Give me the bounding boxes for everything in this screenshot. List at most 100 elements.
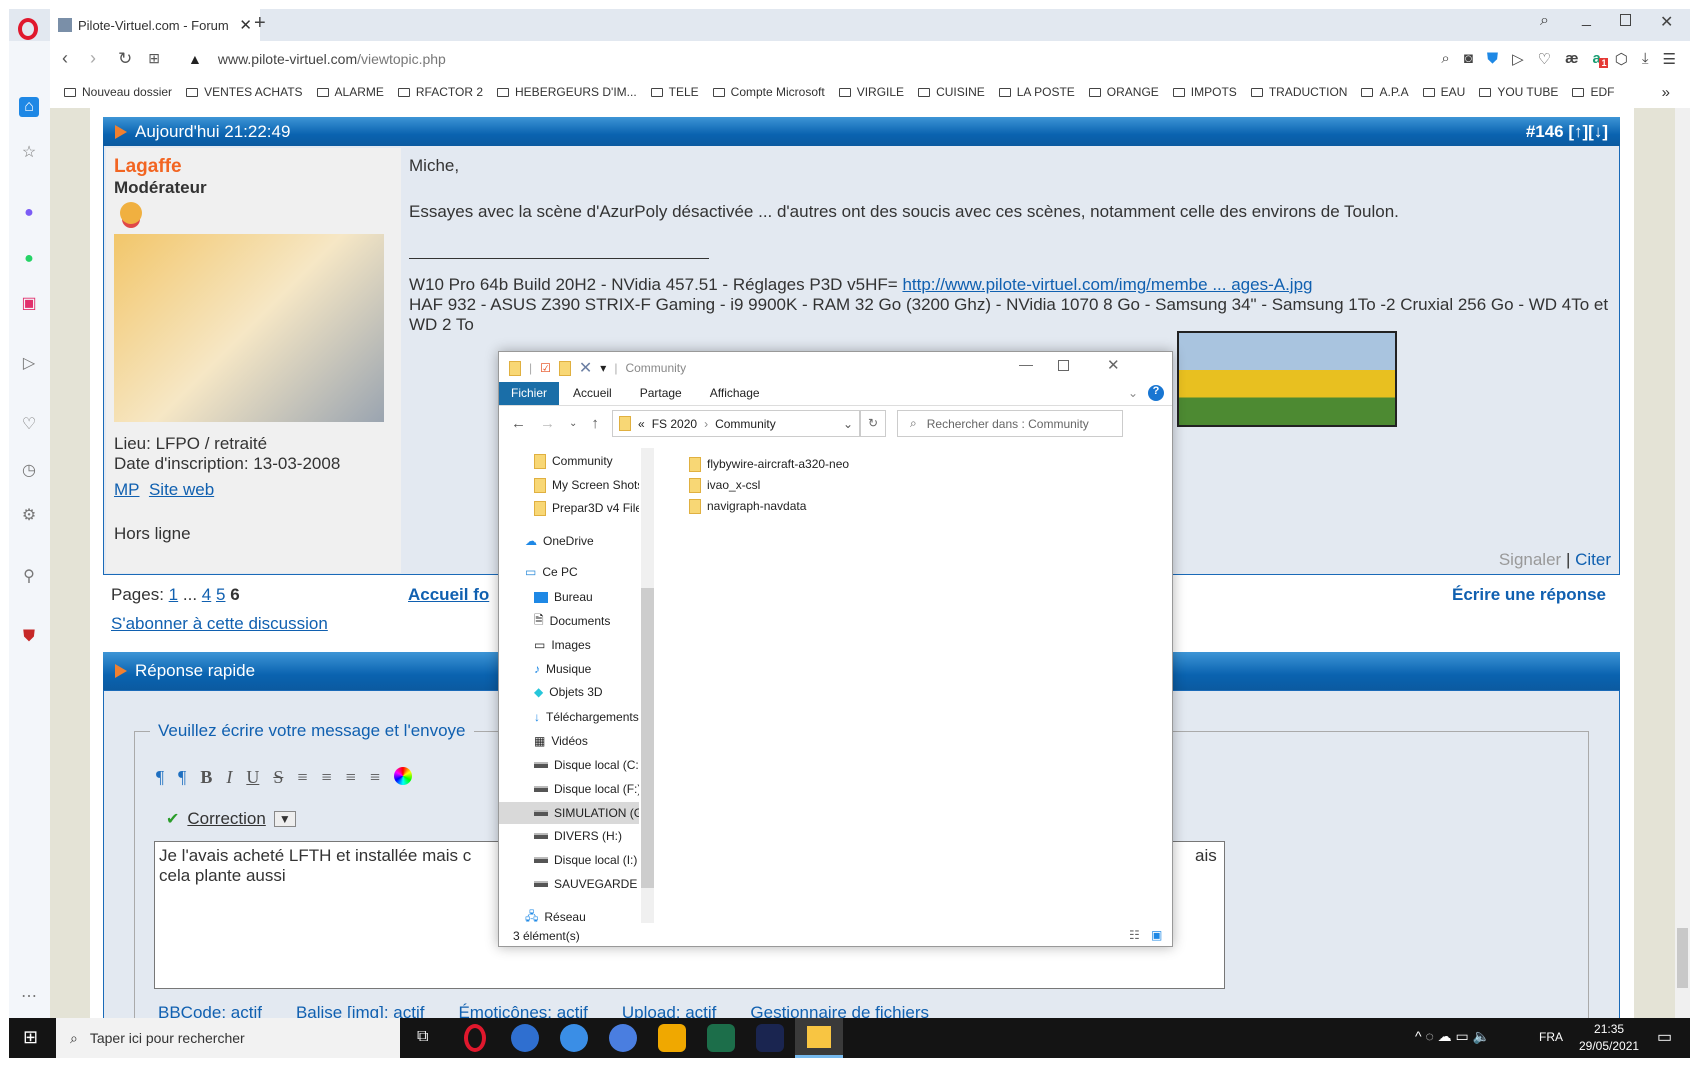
nav-item[interactable]: Prepar3D v4 Files — [499, 497, 639, 519]
file-item[interactable]: navigraph-navdata — [655, 495, 955, 517]
app-icon[interactable] — [707, 1024, 735, 1052]
home-icon[interactable]: ⌂ — [19, 97, 39, 117]
start-icon[interactable]: ⊞ — [23, 1027, 38, 1048]
properties-icon[interactable]: ☑ — [540, 361, 551, 375]
restore-button[interactable] — [1620, 14, 1631, 26]
bold-icon[interactable]: B — [200, 767, 212, 788]
bookmark[interactable]: EDF — [1572, 85, 1614, 99]
extension-icon[interactable]: a1 — [1592, 50, 1609, 68]
speed-dial-icon[interactable]: ⊞ — [148, 50, 160, 67]
bookmark[interactable]: HEBERGEURS D'IM... — [497, 85, 637, 99]
justify-icon[interactable]: ≡ — [370, 767, 380, 788]
refresh-button[interactable]: ↻ — [860, 410, 886, 437]
shield-icon[interactable]: ⛊ — [1487, 50, 1498, 67]
breadcrumb-community[interactable]: Community — [715, 417, 776, 431]
favorites-icon[interactable]: ♡ — [19, 415, 39, 435]
bookmark[interactable]: TRADUCTION — [1250, 85, 1347, 99]
italic-icon[interactable]: I — [226, 767, 232, 788]
bookmark[interactable]: Nouveau dossier — [64, 85, 172, 99]
new-tab-button[interactable]: + — [254, 12, 266, 35]
align-left-icon[interactable]: ≡ — [297, 767, 307, 788]
tiles-view-icon[interactable]: ▣ — [1151, 928, 1162, 942]
breadcrumb-fs2020[interactable]: FS 2020 — [652, 417, 697, 431]
strike-icon[interactable]: S — [273, 767, 283, 788]
spellcheck-dropdown[interactable]: ▼ — [273, 811, 296, 827]
app-icon[interactable] — [756, 1024, 784, 1052]
page-link[interactable]: 5 — [216, 585, 225, 604]
tips-icon[interactable]: ⚲ — [19, 567, 39, 587]
bookmark[interactable]: A.P.A — [1361, 85, 1409, 99]
app-icon[interactable] — [658, 1024, 686, 1052]
page-link[interactable]: 1 — [169, 585, 178, 604]
new-folder-icon[interactable] — [558, 360, 571, 376]
forward-icon[interactable]: → — [540, 415, 555, 432]
heart-icon[interactable]: ♡ — [1538, 50, 1551, 68]
nav-item[interactable]: Disque local (C:) — [499, 754, 639, 776]
nav-item-this-pc[interactable]: ▭ Ce PC — [499, 561, 639, 583]
color-icon[interactable] — [393, 767, 412, 785]
bookmark[interactable]: VENTES ACHATS — [186, 85, 303, 99]
back-icon[interactable]: ‹ — [62, 48, 68, 69]
bookmark[interactable]: VIRGILE — [838, 85, 904, 99]
bookmark[interactable]: IMPOTS — [1172, 85, 1237, 99]
easy-setup-icon[interactable]: ☰ — [1663, 50, 1676, 68]
nav-item[interactable]: Bureau — [499, 586, 639, 608]
bookmark[interactable]: EAU — [1422, 85, 1465, 99]
bookmark[interactable]: YOU TUBE — [1479, 85, 1558, 99]
bookmark[interactable]: RFACTOR 2 — [397, 85, 483, 99]
subscribe-link[interactable]: S'abonner à cette discussion — [111, 614, 328, 634]
tray-icons[interactable]: ^ ◌ ☁ ▭ 🔈 — [1415, 1028, 1490, 1045]
adblock-icon[interactable]: ⛊ — [19, 627, 39, 647]
file-manager-link[interactable]: Gestionnaire de fichiers — [750, 1003, 929, 1018]
bookmark[interactable]: Compte Microsoft — [712, 85, 825, 99]
img-status[interactable]: Balise [img]: actif — [296, 1003, 425, 1018]
forum-home-link[interactable]: Accueil fo — [408, 585, 489, 605]
ribbon-tab-view[interactable]: Affichage — [696, 382, 774, 405]
ae-extension-icon[interactable]: æ — [1565, 50, 1578, 67]
nav-item[interactable]: ↓ Téléchargements — [499, 706, 639, 728]
pm-link[interactable]: MP — [114, 480, 140, 499]
up-icon[interactable]: ↑ — [591, 415, 599, 432]
app-icon[interactable] — [511, 1024, 539, 1052]
minimize-button[interactable]: _ — [1582, 10, 1591, 28]
file-item[interactable]: ivao_x-csl — [655, 474, 955, 496]
nav-item-selected[interactable]: SIMULATION (G:) — [499, 802, 639, 824]
search-tabs-icon[interactable]: ⌕ — [1540, 12, 1549, 30]
back-icon[interactable]: ← — [511, 415, 526, 432]
help-icon[interactable]: ? — [1148, 385, 1164, 401]
nav-item[interactable]: My Screen Shots — [499, 474, 639, 496]
bbcode-status[interactable]: BBCode: actif — [158, 1003, 262, 1018]
author-name[interactable]: Lagaffe — [114, 156, 393, 178]
settings-icon[interactable]: ⚙ — [19, 506, 39, 526]
align-right-icon[interactable]: ≡ — [346, 767, 356, 788]
close-tab-icon[interactable]: ✕ — [239, 16, 252, 34]
forward-icon[interactable]: › — [90, 48, 96, 69]
pinboard-icon[interactable]: ☆ — [19, 143, 39, 163]
explorer-taskbar-button[interactable] — [795, 1018, 843, 1058]
upload-status[interactable]: Upload: actif — [622, 1003, 717, 1018]
taskbar-search[interactable]: ⌕ Taper ici pour rechercher — [56, 1018, 400, 1058]
nav-item[interactable]: Disque local (F:) — [499, 778, 639, 800]
ribbon-tab-file[interactable]: Fichier — [499, 382, 560, 405]
more-icon[interactable]: ⋯ — [19, 987, 39, 1007]
website-link[interactable]: Site web — [149, 480, 214, 499]
ltr-icon[interactable]: ¶ — [156, 767, 164, 788]
browser-tab[interactable]: Pilote-Virtuel.com - Forum ✕ — [50, 9, 260, 41]
quote-link[interactable]: Citer — [1575, 550, 1611, 569]
nav-item[interactable]: ◆ Objets 3D — [499, 681, 639, 703]
bookmark[interactable]: LA POSTE — [998, 85, 1075, 99]
expand-ribbon-icon[interactable]: ⌄ — [1122, 382, 1144, 405]
recent-icon[interactable]: ⌄ — [569, 415, 577, 432]
nav-item-onedrive[interactable]: ☁ OneDrive — [499, 530, 639, 552]
page-link[interactable]: 4 — [202, 585, 211, 604]
cube-icon[interactable]: ⬡ — [1615, 50, 1628, 68]
whatsapp-icon[interactable]: ● — [19, 249, 39, 269]
reload-icon[interactable]: ↻ — [118, 49, 132, 69]
nav-item[interactable]: DIVERS (H:) — [499, 825, 639, 847]
qat-dropdown-icon[interactable]: ▾ — [600, 361, 606, 375]
url-field[interactable]: www.pilote-virtuel.com/viewtopic.php — [218, 51, 446, 67]
nav-item[interactable]: ▭ Images — [499, 634, 639, 656]
explorer-minimize[interactable]: — — [1019, 356, 1033, 372]
explorer-maximize[interactable] — [1058, 360, 1069, 371]
spellcheck-link[interactable]: Correction — [187, 809, 265, 829]
